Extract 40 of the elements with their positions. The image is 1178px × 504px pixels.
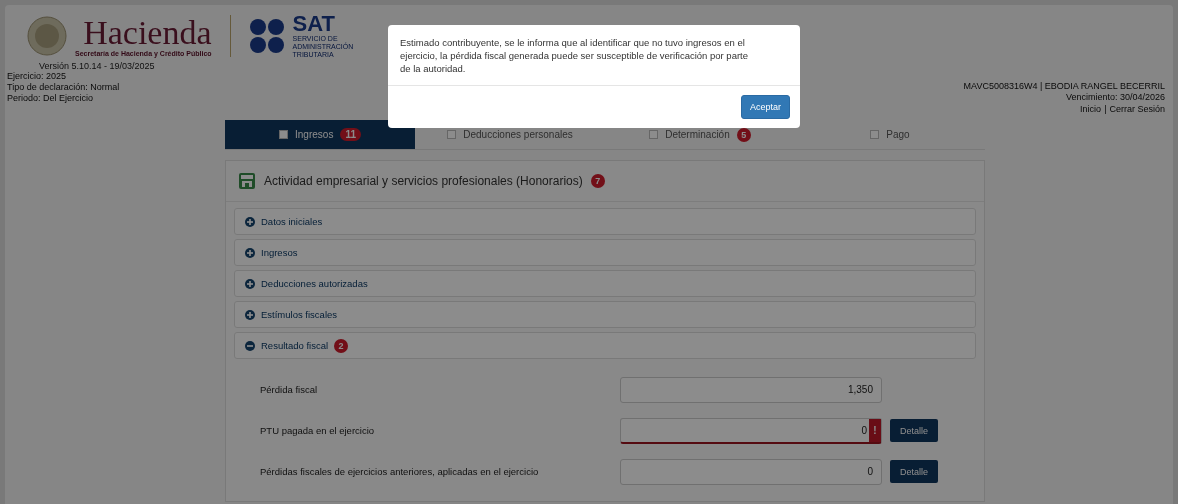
modal-message: Estimado contribuyente, se le informa que al identificar que no tuvo ingresos en el ejercicio, la pérdida fiscal generada puede ser susceptible de verificación por parte de la autoridad. xyxy=(388,25,800,86)
checkbox-icon xyxy=(649,130,659,139)
tab[interactable]: Ingresos 11 xyxy=(225,120,415,149)
checkbox-icon xyxy=(870,130,880,139)
user-info: MAVC5008316W4 | EBODIA RANGEL BECERRIL xyxy=(963,81,1165,92)
detail-button[interactable]: Detalle xyxy=(890,419,938,442)
count-badge: 7 xyxy=(590,174,605,188)
card-title: Actividad empresarial y servicios profesionales (Honorarios) xyxy=(264,174,583,188)
sat-name: SAT xyxy=(292,13,336,35)
field-label: Pérdida fiscal xyxy=(260,382,319,397)
accordion-header[interactable]: Datos iniciales xyxy=(234,208,976,235)
four-dots-icon xyxy=(248,19,285,53)
accordion-header[interactable]: Deducciones autorizadas xyxy=(234,270,976,297)
checkbox-icon xyxy=(447,130,457,139)
amount-field[interactable]: 0 ! xyxy=(620,417,882,444)
accordion-header[interactable]: Resultado fiscal 2 xyxy=(234,332,976,359)
header-link[interactable]: Inicio xyxy=(1080,103,1102,115)
brand-name: Hacienda xyxy=(83,15,212,50)
checkbox-icon xyxy=(279,130,289,139)
amount-field[interactable]: 1,350 xyxy=(620,376,882,403)
declaration-info: Tipo de declaración: Normal xyxy=(7,82,121,93)
count-badge: 11 xyxy=(340,128,361,141)
tab[interactable]: Deducciones personales xyxy=(415,120,605,149)
accept-button[interactable]: Aceptar xyxy=(740,95,790,119)
version-text: Versión 5.10.14 - 19/03/2025 xyxy=(38,61,156,71)
accordion-header[interactable]: Ingresos xyxy=(234,239,976,266)
detail-button[interactable]: Detalle xyxy=(890,460,938,483)
amount-field[interactable]: 0 xyxy=(620,458,882,485)
declaration-info: Ejercicio: 2025 xyxy=(7,71,68,82)
accordion-header[interactable]: Estímulos fiscales xyxy=(234,301,976,328)
count-badge: 2 xyxy=(334,338,349,353)
tab[interactable]: Pago xyxy=(795,120,985,149)
field-label: PTU pagada en el ejercicio xyxy=(260,423,376,438)
due-date: Vencimiento: 30/04/2026 xyxy=(1065,92,1165,103)
declaration-info: Periodo: Del Ejercicio xyxy=(7,93,95,104)
header-link[interactable]: Cerrar Sesión xyxy=(1109,103,1165,115)
emblem-icon xyxy=(27,16,67,56)
link-separator: | xyxy=(1104,103,1107,115)
error-mark: ! xyxy=(869,418,881,442)
field-label: Pérdidas fiscales de ejercicios anteriores, aplicadas en el ejercicio xyxy=(260,464,540,479)
